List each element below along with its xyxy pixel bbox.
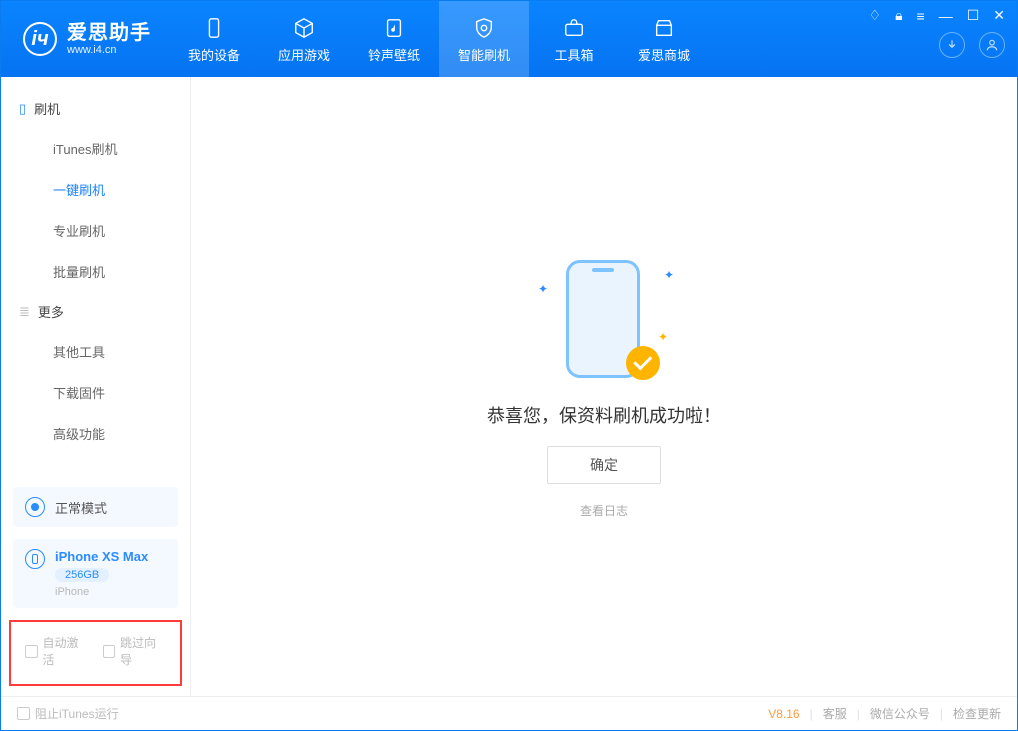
view-log-link[interactable]: 查看日志 <box>580 502 628 519</box>
device-icon <box>201 15 227 41</box>
device-storage-badge: 256GB <box>55 568 109 582</box>
statusbar: 阻止iTunes运行 V8.16 | 客服 | 微信公众号 | 检查更新 <box>1 696 1017 730</box>
sparkle-icon: ✦ <box>664 268 674 282</box>
checkbox-icon <box>25 645 38 658</box>
sidebar-section-more: ≣ 更多 <box>1 292 190 331</box>
music-file-icon <box>381 15 407 41</box>
cube-icon <box>291 15 317 41</box>
sidebar-item-oneclick-flash[interactable]: 一键刷机 <box>1 169 190 210</box>
sidebar-item-itunes-flash[interactable]: iTunes刷机 <box>1 128 190 169</box>
maximize-icon[interactable]: ☐ <box>967 7 980 24</box>
phone-icon: ▯ <box>19 101 26 117</box>
tab-store[interactable]: 爱思商城 <box>619 1 709 77</box>
close-icon[interactable]: ✕ <box>993 7 1005 24</box>
success-message: 恭喜您，保资料刷机成功啦！ <box>487 402 721 428</box>
mode-label: 正常模式 <box>55 498 107 517</box>
user-button[interactable] <box>979 32 1005 58</box>
sidebar-item-download-firmware[interactable]: 下载固件 <box>1 372 190 413</box>
tab-toolbox[interactable]: 工具箱 <box>529 1 619 77</box>
titlebar: iч 爱思助手 www.i4.cn 我的设备 应用游戏 铃声壁纸 智能刷机 <box>1 1 1017 77</box>
download-button[interactable] <box>939 32 965 58</box>
checkbox-skip-wizard[interactable]: 跳过向导 <box>103 634 167 668</box>
tab-ringtones-wallpapers[interactable]: 铃声壁纸 <box>349 1 439 77</box>
ok-button[interactable]: 确定 <box>547 446 661 484</box>
app-logo: iч 爱思助手 www.i4.cn <box>1 1 169 77</box>
main-content: ✦ ✦ ✦ 恭喜您，保资料刷机成功啦！ 确定 查看日志 <box>191 77 1017 696</box>
device-phone-icon <box>25 549 45 569</box>
list-icon: ≣ <box>19 304 30 320</box>
sidebar: ▯ 刷机 iTunes刷机 一键刷机 专业刷机 批量刷机 ≣ 更多 其他工具 下… <box>1 77 191 696</box>
tab-smart-flash[interactable]: 智能刷机 <box>439 1 529 77</box>
checkbox-auto-activate[interactable]: 自动激活 <box>25 634 89 668</box>
checkbox-icon <box>103 645 116 658</box>
tab-apps-games[interactable]: 应用游戏 <box>259 1 349 77</box>
header-tabs: 我的设备 应用游戏 铃声壁纸 智能刷机 工具箱 爱思商城 <box>169 1 709 77</box>
highlighted-options: 自动激活 跳过向导 <box>9 620 182 686</box>
checkmark-badge-icon <box>626 346 660 380</box>
device-type: iPhone <box>55 586 148 598</box>
footer-link-update[interactable]: 检查更新 <box>953 705 1001 722</box>
device-name: iPhone XS Max <box>55 549 148 564</box>
lock-icon[interactable]: 🔒︎ <box>895 7 902 24</box>
sparkle-icon: ✦ <box>538 282 548 296</box>
logo-icon: iч <box>23 22 57 56</box>
minimize-icon[interactable]: — <box>939 8 953 24</box>
footer-link-support[interactable]: 客服 <box>823 705 847 722</box>
app-title: 爱思助手 <box>67 22 151 44</box>
mode-card[interactable]: 正常模式 <box>13 487 178 527</box>
app-subtitle: www.i4.cn <box>67 44 151 56</box>
mode-icon <box>25 497 45 517</box>
version-label: V8.16 <box>768 707 799 721</box>
shirt-icon[interactable]: ♢ <box>869 7 882 24</box>
sidebar-item-batch-flash[interactable]: 批量刷机 <box>1 251 190 292</box>
shield-refresh-icon <box>471 15 497 41</box>
toolbox-icon <box>561 15 587 41</box>
sparkle-icon: ✦ <box>658 330 668 344</box>
success-illustration: ✦ ✦ ✦ <box>544 254 664 384</box>
sidebar-item-advanced[interactable]: 高级功能 <box>1 413 190 454</box>
sidebar-item-other-tools[interactable]: 其他工具 <box>1 331 190 372</box>
body: ▯ 刷机 iTunes刷机 一键刷机 专业刷机 批量刷机 ≣ 更多 其他工具 下… <box>1 77 1017 696</box>
sidebar-item-pro-flash[interactable]: 专业刷机 <box>1 210 190 251</box>
sidebar-nav: ▯ 刷机 iTunes刷机 一键刷机 专业刷机 批量刷机 ≣ 更多 其他工具 下… <box>1 77 190 481</box>
window-controls: ♢ 🔒︎ ≡ — ☐ ✕ <box>869 1 1017 77</box>
menu-icon[interactable]: ≡ <box>917 8 925 24</box>
checkbox-icon <box>17 707 30 720</box>
device-card[interactable]: iPhone XS Max 256GB iPhone <box>13 539 178 608</box>
tab-my-device[interactable]: 我的设备 <box>169 1 259 77</box>
footer-link-wechat[interactable]: 微信公众号 <box>870 705 930 722</box>
sidebar-section-flash: ▯ 刷机 <box>1 89 190 128</box>
checkbox-block-itunes[interactable]: 阻止iTunes运行 <box>17 705 119 722</box>
store-icon <box>651 15 677 41</box>
app-window: iч 爱思助手 www.i4.cn 我的设备 应用游戏 铃声壁纸 智能刷机 <box>0 0 1018 731</box>
